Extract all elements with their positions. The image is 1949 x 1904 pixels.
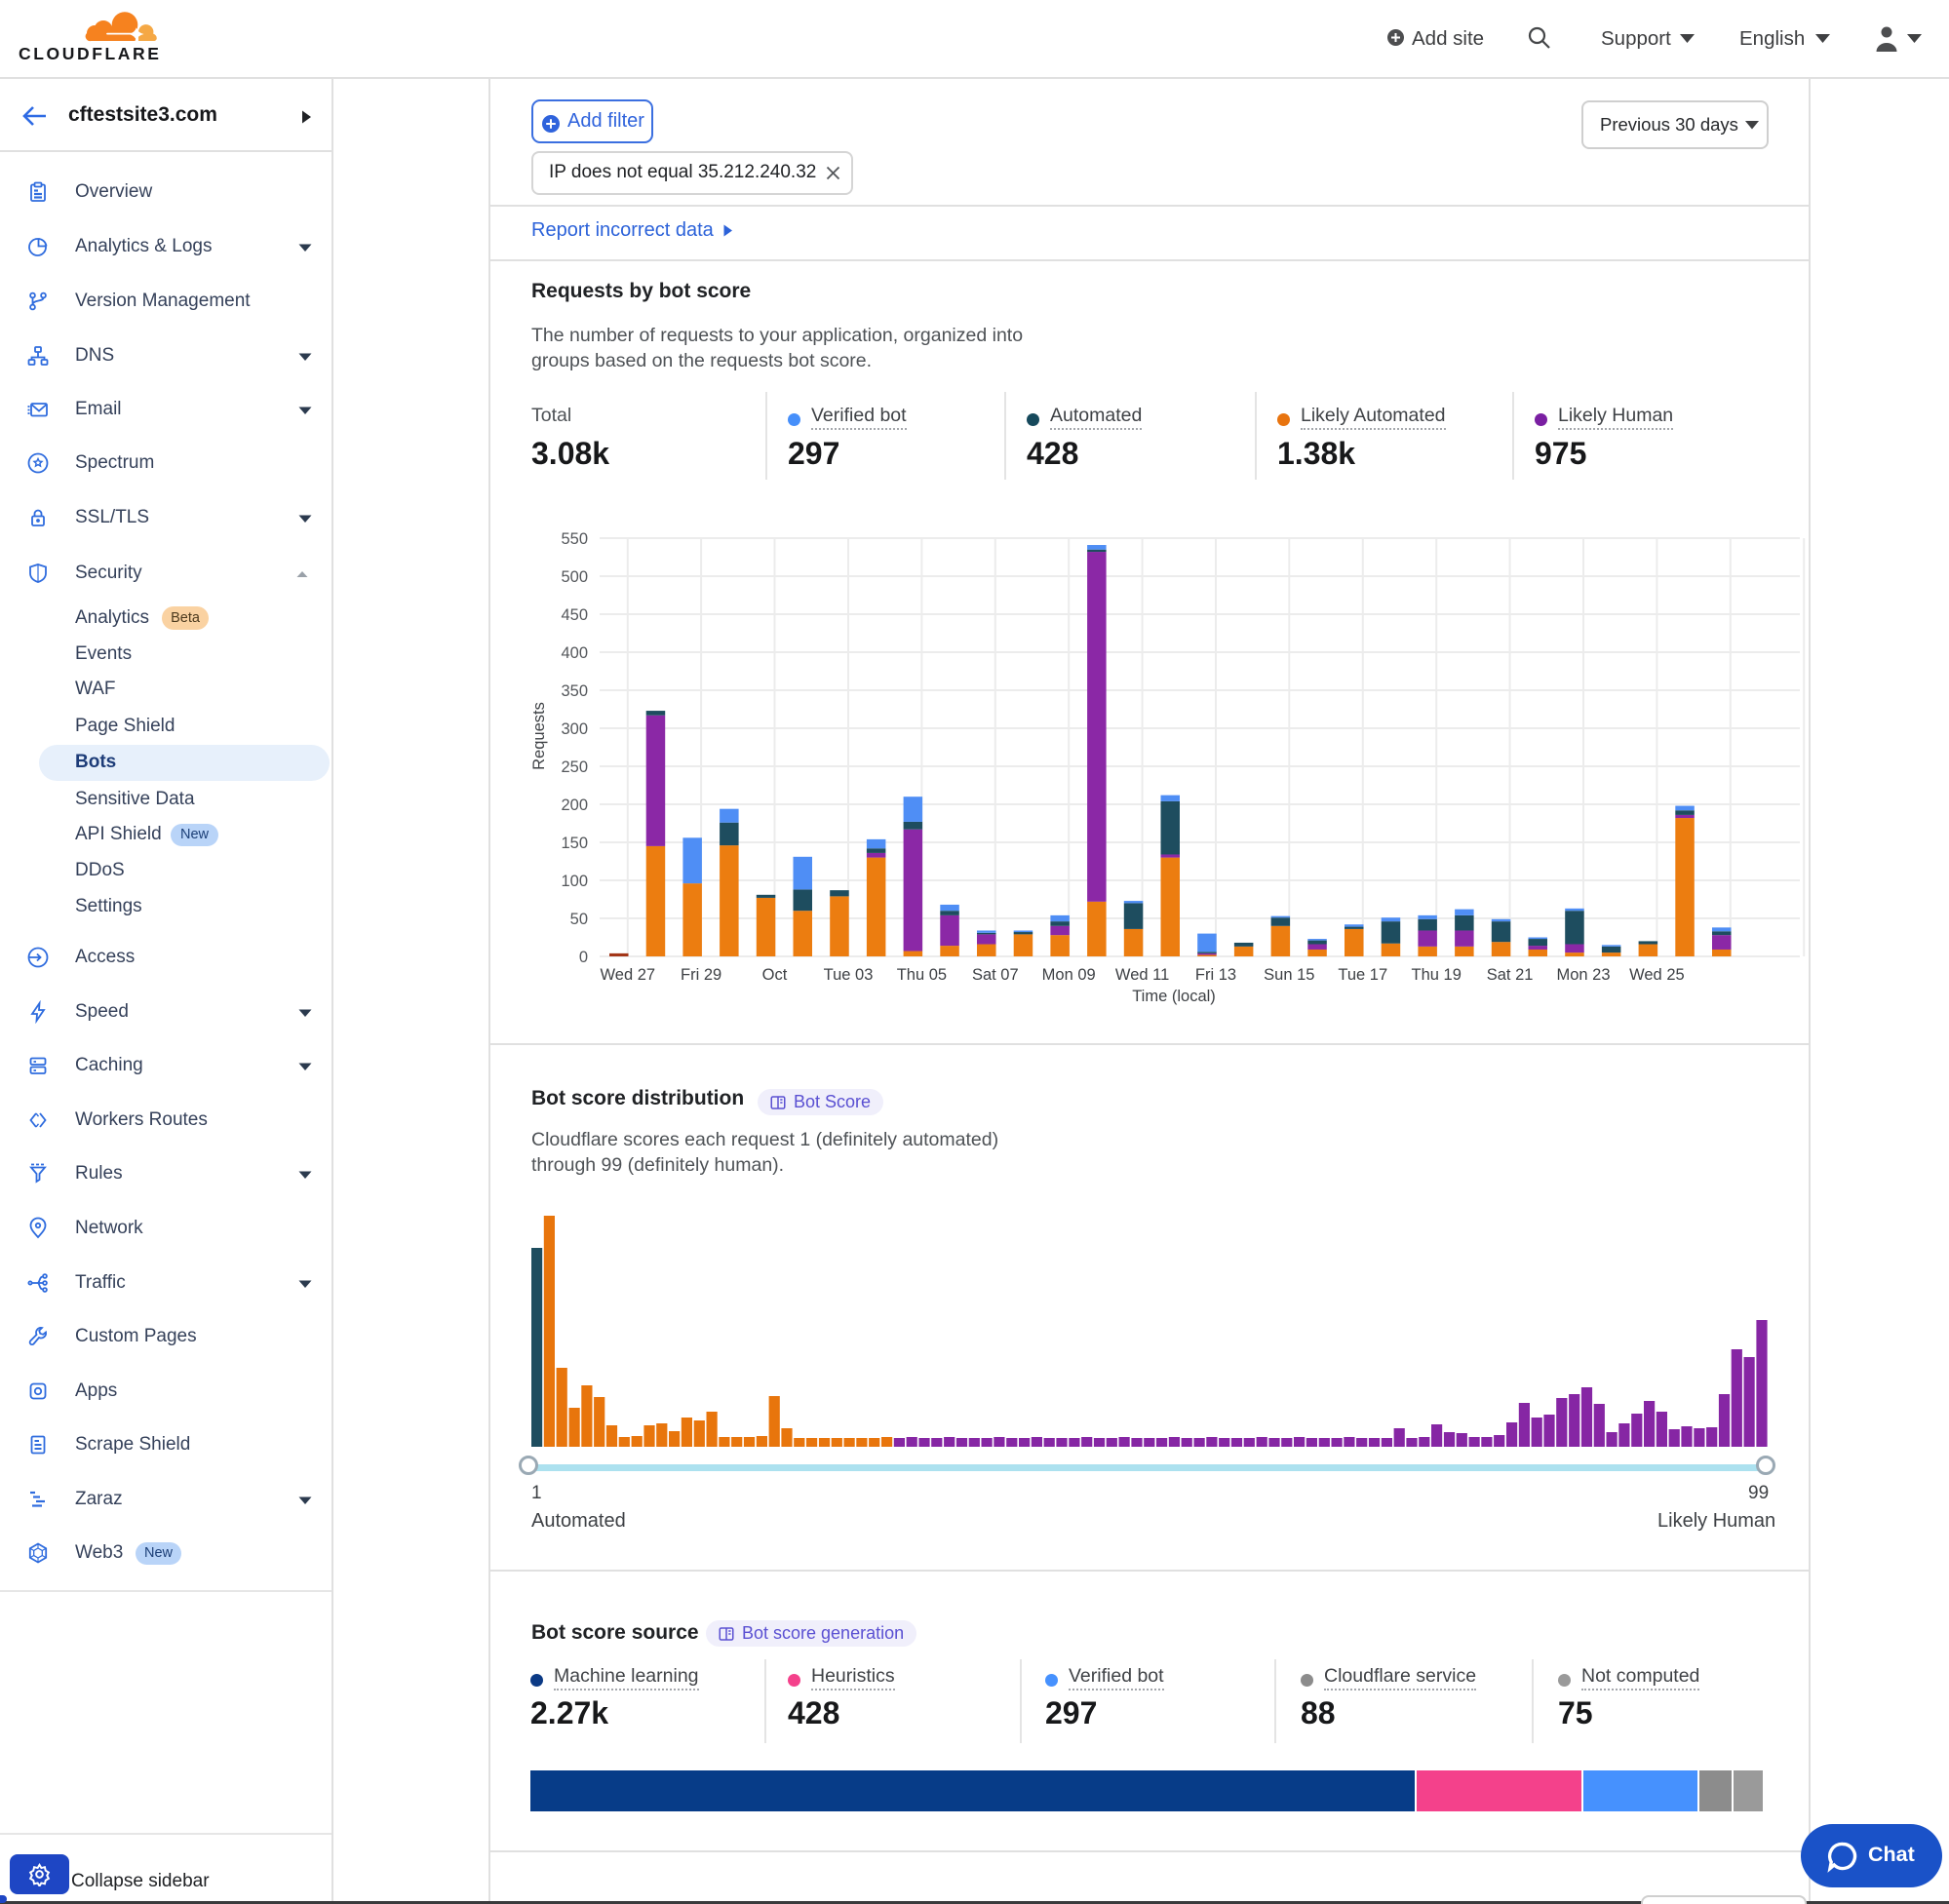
svg-text:0: 0 (579, 949, 588, 966)
svg-text:Fri 29: Fri 29 (681, 966, 721, 984)
svg-text:Sat 07: Sat 07 (972, 966, 1019, 984)
svg-text:350: 350 (561, 682, 588, 700)
svg-text:400: 400 (561, 644, 588, 662)
svg-text:Thu 19: Thu 19 (1412, 966, 1462, 984)
svg-text:300: 300 (561, 720, 588, 738)
svg-text:250: 250 (561, 758, 588, 776)
svg-text:Fri 13: Fri 13 (1195, 966, 1236, 984)
svg-text:Mon 09: Mon 09 (1042, 966, 1096, 984)
svg-text:450: 450 (561, 606, 588, 624)
svg-text:Sat 21: Sat 21 (1487, 966, 1534, 984)
svg-text:Tue 03: Tue 03 (824, 966, 874, 984)
svg-text:Time (local): Time (local) (1132, 988, 1216, 1005)
svg-text:Wed 25: Wed 25 (1629, 966, 1685, 984)
svg-text:Wed 27: Wed 27 (601, 966, 656, 984)
svg-text:Requests: Requests (530, 702, 548, 770)
svg-text:50: 50 (570, 911, 588, 928)
svg-text:200: 200 (561, 797, 588, 814)
svg-text:Wed 11: Wed 11 (1115, 966, 1169, 984)
svg-text:Tue 17: Tue 17 (1338, 966, 1387, 984)
svg-text:100: 100 (561, 873, 588, 890)
svg-text:150: 150 (561, 835, 588, 852)
svg-text:550: 550 (561, 530, 588, 548)
svg-text:Oct: Oct (762, 966, 788, 984)
svg-text:Thu 05: Thu 05 (897, 966, 947, 984)
svg-text:Sun 15: Sun 15 (1264, 966, 1314, 984)
svg-text:Mon 23: Mon 23 (1556, 966, 1610, 984)
svg-text:500: 500 (561, 568, 588, 586)
